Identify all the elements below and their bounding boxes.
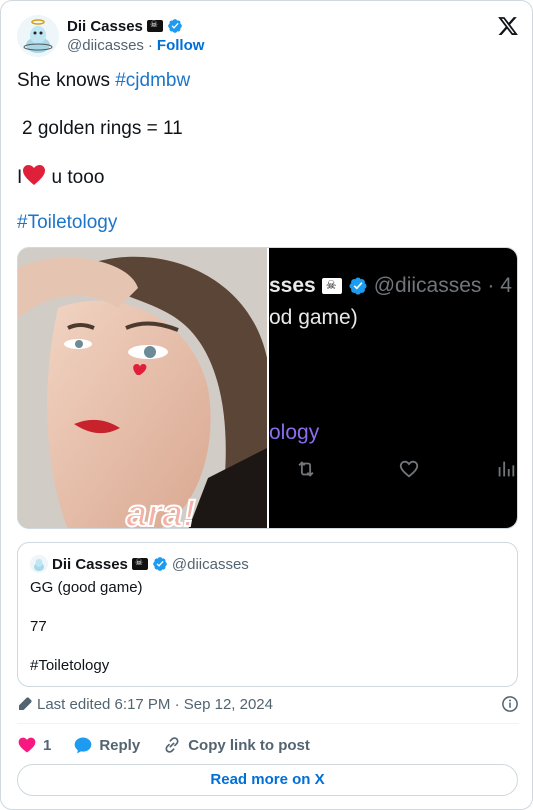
portrait-photo[interactable]: ara!: [18, 248, 267, 528]
svg-text:ara!: ara!: [126, 493, 196, 529]
quoted-text-line-1: GG (good game): [30, 579, 143, 596]
link-icon: [165, 737, 179, 753]
post-line-4: #Toiletology: [17, 211, 117, 235]
screenshot-name-fragment: sses: [269, 274, 316, 297]
quoted-author-handle: @diicasses: [171, 555, 249, 573]
like-count: 1: [43, 736, 52, 754]
verified-icon: [349, 277, 367, 295]
pirate-flag-icon: [131, 557, 148, 570]
post-line-3: I u tooo: [17, 164, 104, 190]
author-handle-row: @diicasses · Follow: [67, 37, 204, 54]
author-handle[interactable]: @diicasses: [67, 37, 144, 54]
post-text-1: She knows: [17, 70, 116, 91]
post-meta: Last edited 6:17 PM · Sep 12, 2024: [17, 694, 519, 714]
avatar[interactable]: [17, 15, 59, 57]
copy-link-button[interactable]: Copy link to post: [162, 735, 310, 755]
info-icon[interactable]: [501, 695, 519, 713]
embedded-post-card: Dii Casses @diicasses · Follow She knows…: [0, 0, 533, 810]
heart-outline-icon: [399, 460, 419, 478]
heart-icon: [18, 737, 36, 753]
divider: [17, 723, 519, 724]
screenshot-author-row: sses ☠ @diicasses · 4: [269, 274, 512, 298]
reply-icon: [75, 737, 92, 754]
quoted-author-name: Dii Casses: [52, 555, 128, 573]
screenshot-image[interactable]: sses ☠ @diicasses · 4 od game) ology: [269, 248, 517, 528]
post-header: Dii Casses @diicasses · Follow: [17, 13, 519, 57]
red-heart-icon: [23, 165, 46, 185]
screenshot-text-fragment: od game): [269, 306, 358, 329]
author-name[interactable]: Dii Casses: [67, 18, 143, 35]
separator-dot: ·: [147, 37, 153, 54]
follow-button[interactable]: Follow: [157, 37, 205, 54]
screenshot-hashtag-fragment: ology: [269, 421, 320, 444]
read-more-button[interactable]: Read more on X: [17, 764, 518, 796]
quoted-text-line-2: 77: [30, 618, 47, 635]
screenshot-dot-suffix: · 4: [487, 274, 512, 297]
quoted-post[interactable]: Dii Casses @diicasses GG (good game) 77 …: [17, 542, 518, 687]
analytics-icon: [498, 461, 515, 477]
pirate-flag-icon: [146, 19, 163, 32]
quoted-post-header: Dii Casses @diicasses: [30, 555, 249, 573]
post-line-2: 2 golden rings = 11: [22, 118, 183, 139]
retweet-icon: [298, 461, 314, 477]
hashtag-link-toiletology[interactable]: #Toiletology: [17, 212, 117, 233]
quoted-avatar: [30, 555, 48, 573]
pencil-icon: [19, 697, 32, 710]
copy-link-label: Copy link to post: [188, 736, 310, 754]
author-name-row: Dii Casses: [67, 17, 183, 35]
verified-icon: [168, 19, 182, 33]
hashtag-link-cjdmbw[interactable]: #cjdmbw: [115, 70, 190, 91]
last-edited-timestamp[interactable]: Last edited 6:17 PM · Sep 12, 2024: [37, 696, 273, 713]
screenshot-action-icons: [295, 458, 517, 482]
quoted-text-line-3: #Toiletology: [30, 657, 110, 674]
screenshot-handle: @diicasses: [373, 274, 482, 297]
post-media[interactable]: ara! sses ☠ @diicasses · 4 od game) olog…: [17, 247, 518, 529]
pirate-flag-icon: ☠: [321, 278, 342, 294]
post-text-3-suffix: u tooo: [46, 167, 105, 188]
like-button[interactable]: 1: [17, 735, 51, 755]
verified-icon: [153, 557, 167, 571]
reply-label: Reply: [99, 736, 141, 754]
post-line-1: She knows #cjdmbw: [17, 69, 190, 93]
post-actions: 1 Reply Copy link to post: [17, 734, 332, 756]
reply-button[interactable]: Reply: [73, 735, 140, 755]
x-logo-icon[interactable]: [497, 15, 519, 37]
